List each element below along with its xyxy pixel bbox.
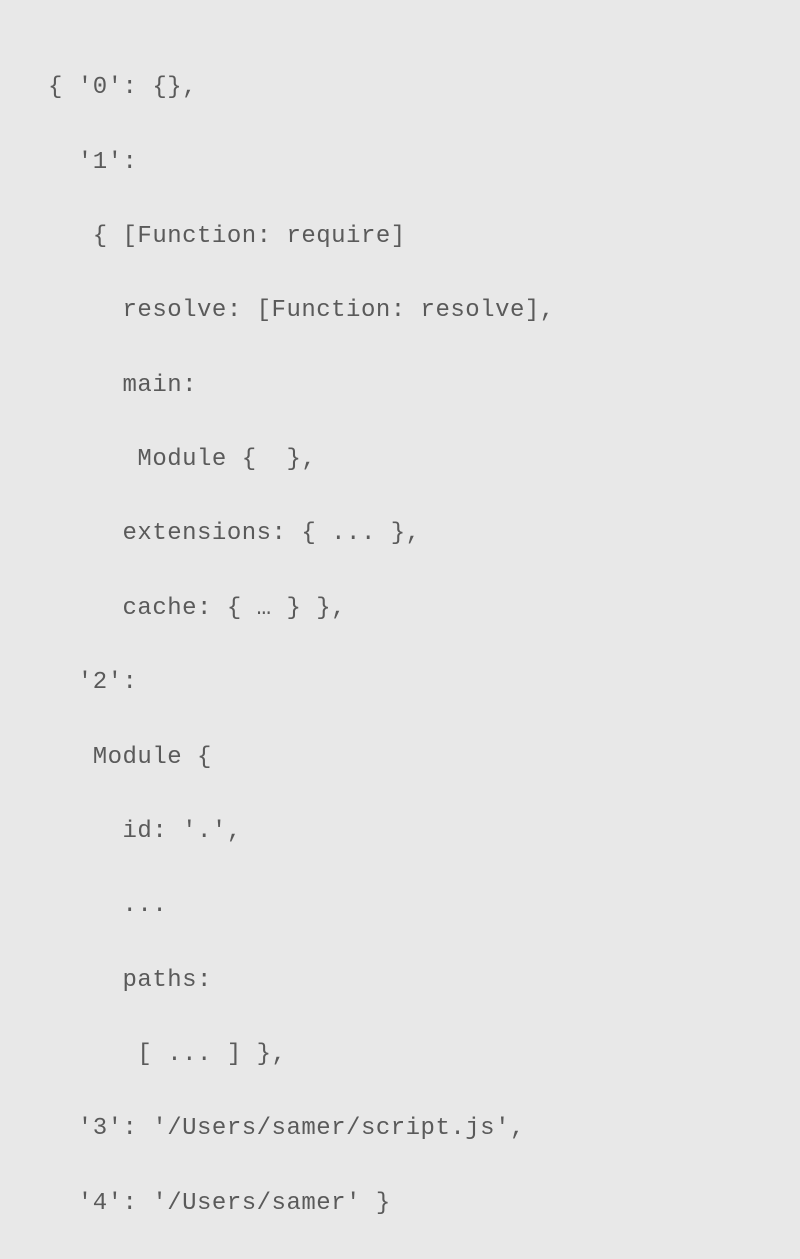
code-line: { '0': {}, <box>48 69 752 106</box>
code-output: { '0': {}, '1': { [Function: require] re… <box>48 32 752 1259</box>
code-line: [ ... ] }, <box>48 1036 752 1073</box>
code-line: main: <box>48 367 752 404</box>
code-line: Module { }, <box>48 441 752 478</box>
code-line: Module { <box>48 739 752 776</box>
code-line: '1': <box>48 144 752 181</box>
code-line: '2': <box>48 664 752 701</box>
code-line: ... <box>48 887 752 924</box>
code-line: resolve: [Function: resolve], <box>48 292 752 329</box>
code-line: cache: { … } }, <box>48 590 752 627</box>
code-line: '3': '/Users/samer/script.js', <box>48 1110 752 1147</box>
code-line: { [Function: require] <box>48 218 752 255</box>
code-line: '4': '/Users/samer' } <box>48 1185 752 1222</box>
code-line: id: '.', <box>48 813 752 850</box>
code-line: paths: <box>48 962 752 999</box>
code-line: extensions: { ... }, <box>48 515 752 552</box>
